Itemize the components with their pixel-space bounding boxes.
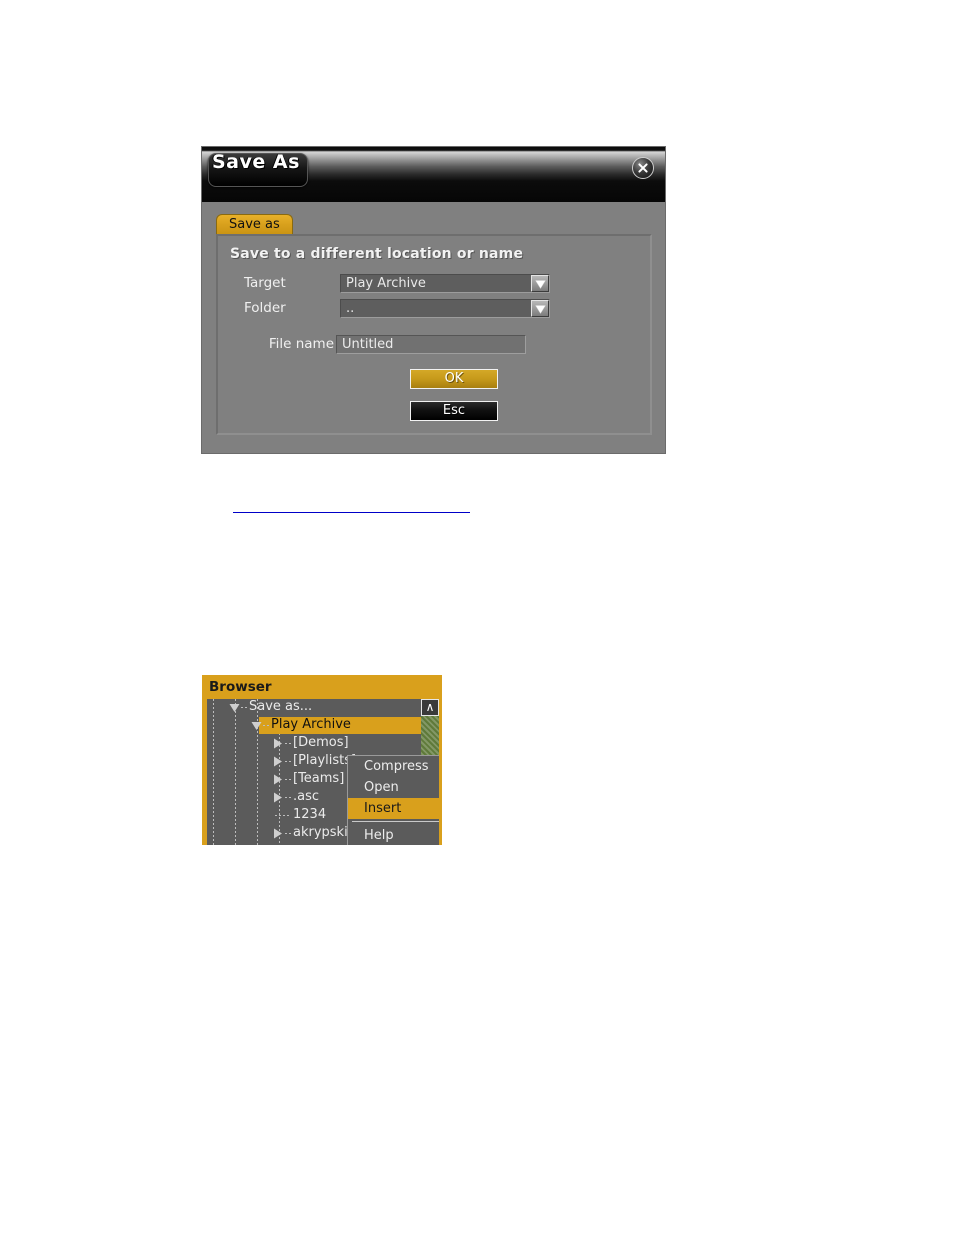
dialog-title: Save As — [212, 151, 300, 173]
field-row-folder: Folder .. — [230, 299, 630, 319]
tab-save-as[interactable]: Save as — [216, 214, 293, 235]
context-menu-separator — [352, 821, 439, 822]
tree-row[interactable]: [Demos] — [207, 735, 439, 752]
file-name-value: Untitled — [342, 337, 394, 352]
ok-button[interactable]: OK — [410, 369, 498, 389]
tree-connector — [285, 761, 291, 762]
folder-combo[interactable]: .. — [340, 299, 550, 318]
tree-connector — [285, 833, 291, 834]
browser-title: Browser — [209, 679, 272, 695]
esc-button[interactable]: Esc — [410, 401, 498, 421]
twisty-right-icon[interactable] — [273, 756, 283, 771]
folder-label: Folder — [244, 300, 286, 316]
twisty-down-icon[interactable] — [251, 720, 262, 735]
tree-connector — [285, 797, 291, 798]
dialog-titlebar: Save As — [202, 147, 665, 202]
twisty-down-icon[interactable] — [229, 702, 240, 717]
twisty-right-icon[interactable] — [273, 774, 283, 789]
target-combo[interactable]: Play Archive — [340, 274, 550, 293]
document-hyperlink[interactable] — [233, 498, 470, 513]
tree-connector — [285, 779, 291, 780]
tab-strip: Save as — [216, 213, 293, 235]
twisty-right-icon[interactable] — [273, 792, 283, 807]
tree-row[interactable]: Save as... — [207, 699, 439, 716]
tree-connector — [241, 707, 247, 708]
context-menu-item-compress[interactable]: Compress — [348, 756, 439, 777]
tree-connector — [285, 743, 291, 744]
target-label: Target — [244, 275, 286, 291]
field-row-target: Target Play Archive — [230, 274, 630, 294]
context-menu-item-help[interactable]: Help — [348, 825, 439, 845]
dialog-body: Save as Save to a different location or … — [202, 202, 665, 453]
tree-row-label: Play Archive — [271, 717, 351, 732]
twisty-right-icon[interactable] — [273, 738, 283, 753]
file-name-input[interactable]: Untitled — [336, 335, 526, 354]
close-circle-icon[interactable] — [632, 157, 654, 179]
tree-row[interactable]: Play Archive — [251, 717, 439, 734]
chevron-down-icon[interactable] — [531, 275, 549, 292]
tree-row-label: [Teams] — [293, 771, 345, 786]
tree-row-label: .asc — [293, 789, 320, 804]
file-name-label: File name — [268, 336, 334, 352]
folder-combo-value: .. — [346, 301, 355, 316]
context-menu-item-insert[interactable]: Insert — [348, 798, 439, 819]
browser-tree: Save as... Play Archive [Demos] [Playlis… — [207, 699, 439, 845]
browser-panel: Browser Save as... Play Archive [Demos] … — [202, 675, 442, 845]
context-menu-item-open[interactable]: Open — [348, 777, 439, 798]
context-menu: Compress Open Insert Help — [347, 755, 439, 845]
field-row-filename: File name Untitled — [230, 335, 630, 355]
scroll-up-button[interactable]: ∧ — [421, 699, 439, 716]
panel-heading: Save to a different location or name — [230, 246, 524, 262]
tree-connector — [275, 815, 291, 816]
save-as-panel: Save to a different location or name Tar… — [216, 234, 652, 435]
chevron-down-icon[interactable] — [531, 300, 549, 317]
tree-row-label: Save as... — [249, 699, 313, 714]
twisty-right-icon[interactable] — [273, 828, 283, 843]
tree-row-label: [Demos] — [293, 735, 349, 750]
target-combo-value: Play Archive — [346, 276, 426, 291]
save-as-dialog: Save As Save as Save to a different loca… — [201, 146, 666, 454]
tree-connector — [263, 725, 269, 726]
tree-row-label: 1234 — [293, 807, 327, 822]
